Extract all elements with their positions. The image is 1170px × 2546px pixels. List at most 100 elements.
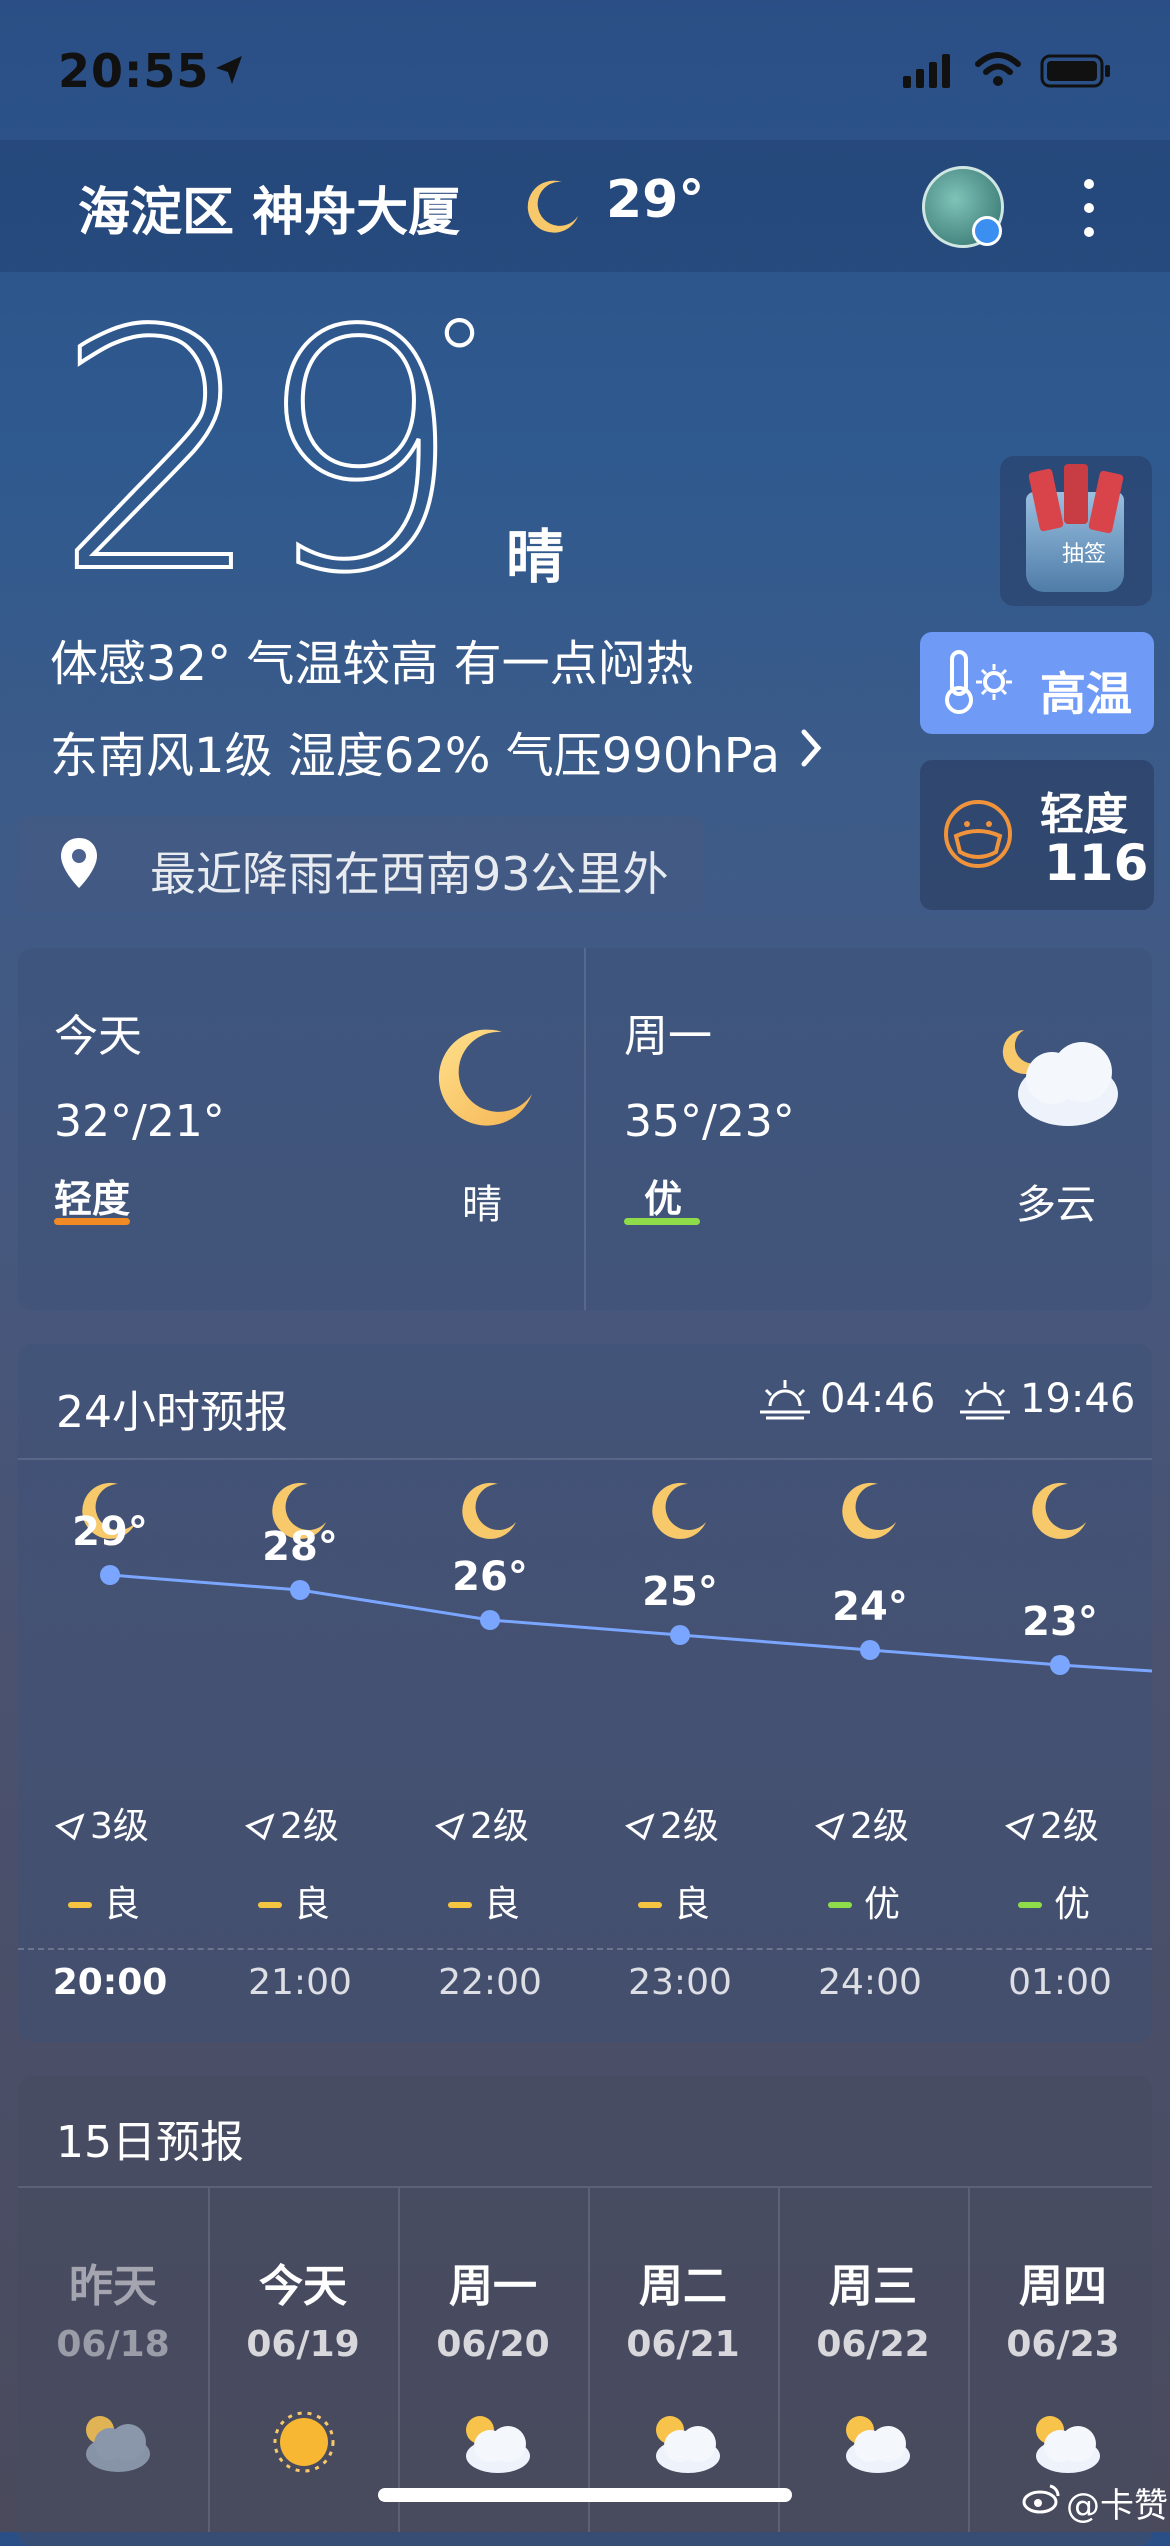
hourly-title: 24小时预报 bbox=[56, 1387, 288, 1438]
day-column[interactable]: 周四 06/23 bbox=[968, 2250, 1158, 2365]
hour-time: 01:00 bbox=[1008, 1962, 1112, 2000]
wifi-icon bbox=[975, 52, 1021, 86]
day-column[interactable]: 周一 06/20 bbox=[398, 2250, 588, 2365]
hour-aqi-dot bbox=[828, 1902, 852, 1908]
mask-face-icon bbox=[944, 800, 1012, 868]
watermark-text: @卡赞 bbox=[1066, 2486, 1168, 2526]
day-name: 周四 bbox=[1019, 2261, 1107, 2312]
day-column[interactable]: 今天 06/19 bbox=[208, 2250, 398, 2365]
timeline-divider bbox=[18, 1948, 1152, 1950]
weibo-logo-icon bbox=[1022, 2484, 1060, 2514]
hour-aqi-label: 良 bbox=[484, 1884, 520, 1925]
day-date: 06/22 bbox=[816, 2324, 930, 2365]
today-aqi-bar bbox=[54, 1218, 130, 1225]
temperature-point bbox=[100, 1565, 120, 1585]
battery-icon bbox=[1040, 54, 1110, 88]
hour-temperature: 26° bbox=[452, 1554, 528, 1600]
partly-cloudy-icon bbox=[466, 2416, 530, 2473]
hour-aqi-dot bbox=[448, 1902, 472, 1908]
hour-temperature: 29° bbox=[72, 1509, 148, 1555]
moon-icon bbox=[462, 1482, 516, 1539]
hour-aqi-dot bbox=[1018, 1902, 1042, 1908]
day-date: 06/20 bbox=[436, 2324, 550, 2365]
wind-direction-icon bbox=[55, 1813, 85, 1841]
hour-time: 22:00 bbox=[438, 1962, 542, 2000]
temperature-point bbox=[670, 1625, 690, 1645]
feels-like-text: 体感32° 气温较高 有一点闷热 bbox=[50, 636, 694, 692]
sunset-time: 19:46 bbox=[1020, 1376, 1136, 1422]
degree-symbol: ° bbox=[432, 295, 487, 423]
hour-time: 23:00 bbox=[628, 1962, 732, 2000]
hour-aqi-dot bbox=[638, 1902, 662, 1908]
temperature-point bbox=[480, 1610, 500, 1630]
today-range: 32°/21° bbox=[54, 1096, 225, 1147]
fifteen-day-divider bbox=[18, 2186, 1152, 2188]
aqi-level: 轻度 bbox=[1040, 789, 1128, 840]
moon-icon bbox=[842, 1482, 896, 1539]
aqi-value: 116 bbox=[1044, 834, 1149, 892]
hour-temperature: 25° bbox=[642, 1569, 718, 1615]
home-indicator[interactable] bbox=[378, 2488, 792, 2502]
more-options-icon[interactable] bbox=[1074, 176, 1104, 240]
hour-aqi-label: 良 bbox=[104, 1884, 140, 1925]
day-name: 周三 bbox=[829, 2261, 917, 2312]
hour-aqi-dot bbox=[68, 1902, 92, 1908]
status-time: 20:55 bbox=[58, 44, 210, 98]
location-name[interactable]: 海淀区 神舟大厦 bbox=[78, 170, 460, 245]
thermometer-sun-icon bbox=[945, 650, 1012, 714]
day-name: 周一 bbox=[449, 2261, 537, 2312]
hour-aqi-label: 优 bbox=[1054, 1884, 1090, 1925]
today-label: 今天 bbox=[54, 1011, 142, 1062]
hour-time: 20:00 bbox=[53, 1962, 168, 2000]
hourly-chart: 29° 3级良 20:00 28° 2级良 21:00 26° 2级良 22:00 25° 2级良 2… bbox=[53, 1482, 1152, 2000]
day-name: 今天 bbox=[259, 2261, 347, 2312]
hour-aqi-label: 良 bbox=[294, 1884, 330, 1925]
signal-icon bbox=[903, 54, 950, 88]
hour-wind-level: 3级 bbox=[90, 1806, 149, 1847]
temperature-point bbox=[860, 1640, 880, 1660]
day-name: 周二 bbox=[639, 2261, 727, 2312]
temperature-point bbox=[1050, 1655, 1070, 1675]
chevron-right-icon[interactable] bbox=[800, 728, 824, 768]
monday-aqi-bar bbox=[624, 1218, 700, 1225]
location-pin-icon bbox=[61, 838, 97, 888]
hour-aqi-dot bbox=[258, 1902, 282, 1908]
day-column[interactable]: 昨天 06/18 bbox=[18, 2250, 208, 2365]
monday-aqi: 优 bbox=[644, 1177, 683, 1221]
hour-temperature: 24° bbox=[832, 1584, 908, 1630]
partly-cloudy-icon bbox=[656, 2416, 720, 2473]
alert-label: 高温 bbox=[1040, 667, 1132, 721]
temperature-point bbox=[290, 1580, 310, 1600]
day-column[interactable]: 周二 06/21 bbox=[588, 2250, 778, 2365]
monday-condition: 多云 bbox=[1016, 1182, 1096, 1228]
hour-temperature: 23° bbox=[1022, 1599, 1098, 1645]
wind-direction-icon bbox=[625, 1813, 655, 1841]
hour-wind-level: 2级 bbox=[280, 1806, 339, 1847]
wind-direction-icon bbox=[815, 1813, 845, 1841]
moon-icon bbox=[1032, 1482, 1086, 1539]
current-temperature: 29 bbox=[52, 261, 466, 645]
hour-wind-level: 2级 bbox=[660, 1806, 719, 1847]
hour-time: 24:00 bbox=[818, 1962, 922, 2000]
hour-aqi-label: 良 bbox=[674, 1884, 710, 1925]
temperature-line bbox=[109, 1573, 1152, 1673]
day-column[interactable]: 周三 06/22 bbox=[778, 2250, 968, 2365]
header-temperature: 29° bbox=[606, 170, 705, 230]
hour-aqi-label: 优 bbox=[864, 1884, 900, 1925]
wind-direction-icon bbox=[1005, 1813, 1035, 1841]
avatar-play-badge bbox=[972, 216, 1002, 246]
day-name: 昨天 bbox=[69, 2261, 157, 2312]
monday-range: 35°/23° bbox=[624, 1096, 795, 1147]
moon-icon bbox=[652, 1482, 706, 1539]
sunrise-time: 04:46 bbox=[820, 1376, 936, 1422]
monday-label: 周一 bbox=[624, 1011, 712, 1062]
hour-time: 21:00 bbox=[248, 1962, 352, 2000]
lottery-label: 抽签 bbox=[1062, 542, 1107, 567]
moon-icon bbox=[527, 180, 578, 233]
hour-wind-level: 2级 bbox=[470, 1806, 529, 1847]
fifteen-day-title: 15日预报 bbox=[56, 2117, 244, 2168]
partly-cloudy-moon-icon bbox=[1002, 1030, 1118, 1126]
day-date: 06/18 bbox=[56, 2324, 170, 2365]
partly-cloudy-icon bbox=[1036, 2416, 1100, 2473]
weather-details-text[interactable]: 东南风1级 湿度62% 气压990hPa bbox=[50, 716, 780, 786]
